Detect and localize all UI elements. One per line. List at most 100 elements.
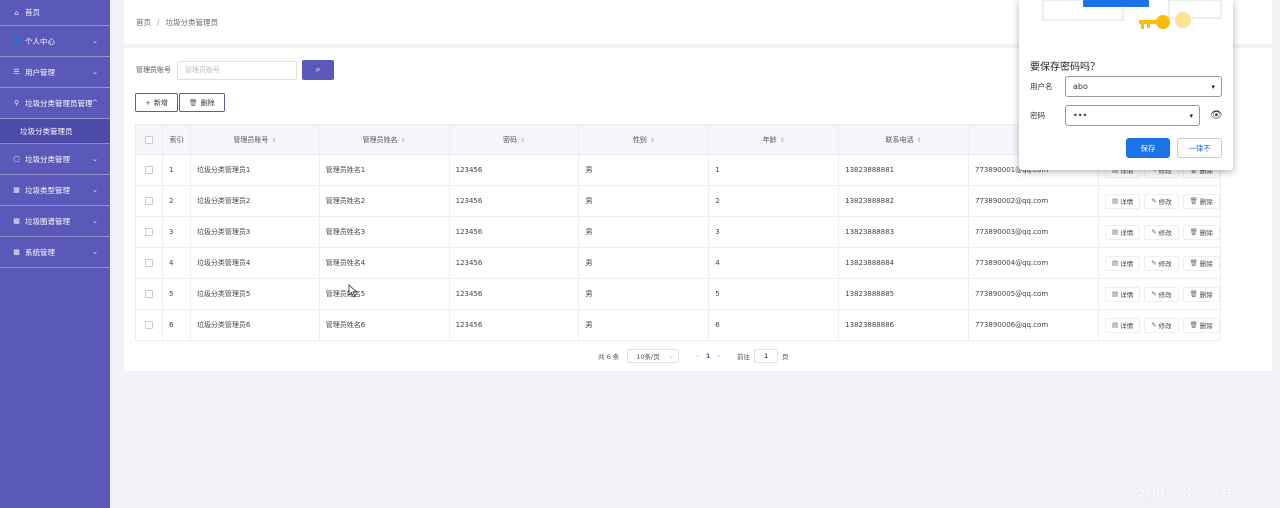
detail-button[interactable]: ▤ 详情 bbox=[1105, 286, 1141, 302]
row-select-cell[interactable] bbox=[135, 278, 163, 310]
table-row: 2 垃圾分类管理员2 管理员姓名2 123456 男 2 13823888882 773890… bbox=[135, 185, 1222, 217]
sidebar-item[interactable]: ☰ 用户管理 ⌄ bbox=[0, 57, 110, 88]
sidebar-item[interactable]: 👤 个人中心 ⌄ bbox=[0, 26, 110, 57]
cell-name: 管理员姓名6 bbox=[318, 309, 450, 341]
cell-ops: ▤ 详情 ✎ 修改 🗑 删除 bbox=[1097, 247, 1222, 279]
row-checkbox[interactable] bbox=[144, 166, 153, 174]
never-save-button[interactable]: 一律不 bbox=[1177, 138, 1222, 158]
detail-icon: ▤ bbox=[1112, 321, 1119, 329]
grid-icon: ▦ bbox=[13, 186, 20, 194]
eye-icon[interactable]: 👁 bbox=[1210, 110, 1223, 121]
search-button[interactable]: ⌕ bbox=[302, 60, 334, 80]
row-checkbox[interactable] bbox=[144, 290, 153, 298]
cell-password: 123456 bbox=[448, 278, 580, 310]
trash-icon: 🗑 bbox=[1189, 197, 1198, 205]
cell-ops: ▤ 详情 ✎ 修改 🗑 删除 bbox=[1097, 216, 1222, 248]
table-row: 3 垃圾分类管理员3 管理员姓名3 123456 男 3 13823888883 773890… bbox=[135, 216, 1222, 248]
add-button[interactable]: + 新增 bbox=[135, 93, 178, 112]
cell-name: 管理员姓名3 bbox=[318, 216, 450, 248]
edit-button[interactable]: ✎ 修改 bbox=[1144, 224, 1179, 240]
page-number-current[interactable]: 1 bbox=[706, 352, 711, 360]
prev-page-button[interactable]: ‹ bbox=[696, 352, 699, 360]
password-select[interactable]: ••• ▾ bbox=[1065, 105, 1200, 126]
column-header[interactable]: 管理员账号 ⇕ bbox=[189, 124, 320, 155]
row-checkbox[interactable] bbox=[144, 321, 153, 329]
sort-icon[interactable]: ⇕ bbox=[780, 137, 785, 144]
row-select-cell[interactable] bbox=[135, 216, 163, 248]
search-input[interactable] bbox=[177, 60, 297, 80]
pagination: 共 6 条 10条/页 ⌄ ‹ 1 › 前往 页 bbox=[598, 349, 789, 363]
username-label: 用户名 bbox=[1030, 82, 1053, 91]
detail-button[interactable]: ▤ 详情 bbox=[1105, 193, 1141, 209]
cell-index: 4 bbox=[161, 247, 191, 279]
edit-icon: ✎ bbox=[1151, 197, 1157, 205]
sidebar-item-label: 用户管理 bbox=[25, 67, 55, 77]
page-size-select[interactable]: 10条/页 ⌄ bbox=[627, 349, 680, 363]
cell-index: 2 bbox=[161, 185, 191, 217]
detail-button[interactable]: ▤ 详情 bbox=[1105, 317, 1141, 333]
location-icon: ⚲ bbox=[13, 99, 20, 107]
delete-button[interactable]: 🗑 删除 bbox=[1182, 224, 1220, 240]
edit-button[interactable]: ✎ 修改 bbox=[1144, 193, 1179, 209]
cell-password: 123456 bbox=[448, 216, 580, 248]
next-page-button[interactable]: › bbox=[717, 352, 720, 360]
trash-icon: 🗑 bbox=[1189, 228, 1198, 236]
cell-age: 2 bbox=[708, 185, 840, 217]
cell-email: 773890002@qq.com bbox=[968, 185, 1099, 217]
edit-icon: ✎ bbox=[1151, 290, 1157, 298]
sidebar-item[interactable]: ▦ 垃圾类型管理 ⌄ bbox=[0, 175, 110, 206]
column-header[interactable]: 性别 ⇕ bbox=[578, 124, 710, 155]
sidebar-item[interactable]: ▢ 垃圾分类管理 ⌄ bbox=[0, 144, 110, 175]
row-checkbox[interactable] bbox=[144, 259, 153, 267]
column-header[interactable]: 年龄 ⇕ bbox=[708, 124, 840, 155]
select-all-cell[interactable] bbox=[135, 124, 163, 155]
column-header[interactable]: 密码 ⇕ bbox=[448, 124, 580, 155]
detail-icon: ▤ bbox=[1112, 259, 1119, 267]
row-select-cell[interactable] bbox=[135, 154, 163, 186]
delete-button[interactable]: 🗑 删除 bbox=[1182, 255, 1220, 271]
chevron-icon: ⌄ bbox=[92, 37, 98, 45]
sort-icon[interactable]: ⇕ bbox=[520, 137, 525, 144]
row-select-cell[interactable] bbox=[135, 247, 163, 279]
cell-account: 垃圾分类管理员5 bbox=[189, 278, 320, 310]
row-select-cell[interactable] bbox=[135, 185, 163, 217]
caret-down-icon: ▾ bbox=[1211, 82, 1215, 91]
row-checkbox[interactable] bbox=[144, 228, 153, 236]
detail-button[interactable]: ▤ 详情 bbox=[1105, 224, 1141, 240]
detail-icon: ▤ bbox=[1112, 290, 1119, 298]
select-all-checkbox[interactable] bbox=[144, 135, 153, 144]
cell-index: 3 bbox=[161, 216, 191, 248]
goto-page-input[interactable] bbox=[754, 349, 779, 363]
chevron-icon: ^ bbox=[92, 99, 98, 107]
sort-icon[interactable]: ⇕ bbox=[271, 137, 276, 144]
save-password-button[interactable]: 保存 bbox=[1126, 138, 1170, 158]
cell-gender: 男 bbox=[578, 247, 710, 279]
sidebar-item[interactable]: ⌂ 首页 bbox=[0, 0, 110, 26]
delete-button[interactable]: 🗑 删除 bbox=[1182, 317, 1220, 333]
sidebar-item[interactable]: ⚲ 垃圾分类管理员管理 ^ bbox=[0, 88, 110, 119]
breadcrumb-home[interactable]: 首页 bbox=[136, 17, 151, 28]
sort-icon[interactable]: ⇕ bbox=[401, 137, 406, 144]
column-header[interactable]: 管理员姓名 ⇕ bbox=[318, 124, 450, 155]
cell-gender: 男 bbox=[578, 185, 710, 217]
cell-password: 123456 bbox=[448, 247, 580, 279]
sort-icon[interactable]: ⇕ bbox=[650, 137, 655, 144]
mouse-cursor-icon bbox=[348, 284, 358, 298]
sidebar-item-label: 个人中心 bbox=[25, 36, 55, 46]
sidebar-item[interactable]: ▩ 系统管理 ⌄ bbox=[0, 237, 110, 268]
sidebar-item[interactable]: ▦ 垃圾图谱管理 ⌄ bbox=[0, 206, 110, 237]
sort-icon[interactable]: ⇕ bbox=[917, 137, 922, 144]
cell-ops: ▤ 详情 ✎ 修改 🗑 删除 bbox=[1097, 278, 1222, 310]
column-header[interactable]: 联系电话 ⇕ bbox=[838, 124, 970, 155]
delete-button[interactable]: 🗑 删除 bbox=[1182, 193, 1220, 209]
row-checkbox[interactable] bbox=[144, 197, 153, 205]
detail-button[interactable]: ▤ 详情 bbox=[1105, 255, 1141, 271]
edit-button[interactable]: ✎ 修改 bbox=[1144, 286, 1179, 302]
delete-button[interactable]: 🗑 删除 bbox=[1182, 286, 1220, 302]
edit-button[interactable]: ✎ 修改 bbox=[1144, 317, 1179, 333]
row-select-cell[interactable] bbox=[135, 309, 163, 341]
edit-button[interactable]: ✎ 修改 bbox=[1144, 255, 1179, 271]
sidebar-subitem-active[interactable]: 垃圾分类管理员 bbox=[0, 119, 110, 144]
batch-delete-button[interactable]: 🗑 删除 bbox=[178, 93, 225, 112]
username-select[interactable]: abo ▾ bbox=[1065, 76, 1222, 97]
